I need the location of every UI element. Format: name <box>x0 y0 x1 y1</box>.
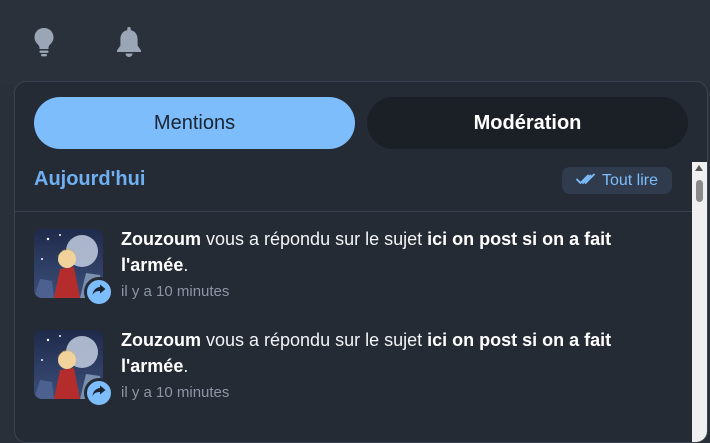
scrollbar[interactable] <box>692 162 707 442</box>
top-bar <box>0 0 710 84</box>
scroll-up-arrow-icon[interactable] <box>695 165 703 171</box>
notification-item[interactable]: Zouzoum vous a répondu sur le sujet ici … <box>15 229 685 319</box>
reply-badge <box>84 277 114 307</box>
section-title-today: Aujourd'hui <box>34 168 146 190</box>
bell-icon[interactable] <box>114 26 144 58</box>
notification-action: vous a répondu sur le sujet <box>200 229 428 249</box>
notification-text: Zouzoum vous a répondu sur le sujet ici … <box>121 327 681 379</box>
reply-arrow-icon <box>92 283 106 301</box>
reply-arrow-icon <box>92 384 106 402</box>
notification-punct: . <box>183 255 189 275</box>
notifications-panel: Mentions Modération Aujourd'hui Tout lir… <box>14 81 708 443</box>
tab-mentions[interactable]: Mentions <box>34 97 355 149</box>
reply-badge <box>84 378 114 408</box>
notification-time: il y a 10 minutes <box>121 283 230 300</box>
notification-user[interactable]: Zouzoum <box>121 330 201 350</box>
notification-punct: . <box>183 356 189 376</box>
notification-text: Zouzoum vous a répondu sur le sujet ici … <box>121 226 681 278</box>
notification-action: vous a répondu sur le sujet <box>200 330 428 350</box>
tab-moderation[interactable]: Modération <box>367 97 688 149</box>
notification-time: il y a 10 minutes <box>121 384 230 401</box>
divider <box>15 211 707 212</box>
lightbulb-icon[interactable] <box>29 26 59 58</box>
mark-all-read-button[interactable]: Tout lire <box>562 167 672 194</box>
notification-user[interactable]: Zouzoum <box>121 229 201 249</box>
scroll-thumb[interactable] <box>696 180 703 202</box>
notification-item[interactable]: Zouzoum vous a répondu sur le sujet ici … <box>15 330 685 420</box>
double-check-icon <box>576 172 596 190</box>
mark-all-read-label: Tout lire <box>601 171 659 189</box>
